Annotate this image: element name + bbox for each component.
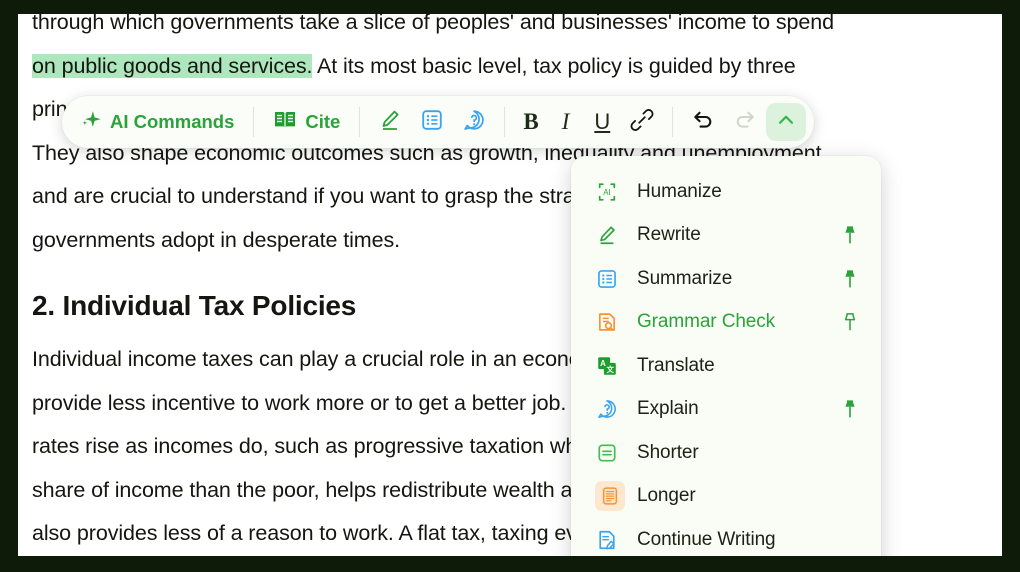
rewrite-pencil-icon [378,108,402,137]
ai-commands-dropdown[interactable]: AI Humanize Rewrite Summarize Grammar Ch… [571,156,881,556]
menu-item-label: Grammar Check [637,311,776,333]
svg-text:AI: AI [603,188,610,197]
ai-bracket-icon: AI [595,180,619,204]
redo-button[interactable] [724,103,766,141]
bold-button[interactable]: B [514,103,547,141]
chevron-up-icon [775,109,797,136]
menu-item-label: Humanize [637,180,722,202]
translate-icon: A 文 [595,354,619,378]
menu-item-label: Longer [637,485,696,507]
menu-item-label: Continue Writing [637,528,776,550]
italic-label: I [561,109,570,134]
undo-icon [691,108,715,137]
cite-book-icon [273,109,297,136]
screenshot-frame: through which governments take a slice o… [0,0,1020,572]
menu-item-longer[interactable]: Longer [571,475,881,519]
menu-item-grammar-check[interactable]: Grammar Check [571,301,881,345]
doc-line-1: through which governments take a slice o… [32,14,834,34]
underline-label: U [594,109,611,134]
menu-item-label: Rewrite [637,224,701,246]
continue-writing-icon [595,528,619,552]
menu-item-rewrite[interactable]: Rewrite [571,214,881,258]
svg-text:A: A [600,359,606,368]
redo-icon [733,108,757,137]
pin-icon-filled[interactable] [841,225,859,245]
menu-item-shorter[interactable]: Shorter [571,431,881,475]
bold-label: B [523,109,539,134]
summarize-list-icon [420,108,444,137]
menu-item-summarize[interactable]: Summarize [571,257,881,301]
rewrite-button[interactable] [369,103,411,141]
menu-item-humanize[interactable]: AI Humanize [571,170,881,214]
pin-icon-filled[interactable] [841,399,859,419]
cite-label: Cite [305,111,341,132]
pin-icon-filled[interactable] [841,269,859,289]
explain-button[interactable] [453,103,495,141]
grammar-check-icon [595,310,619,334]
shorter-icon [595,441,619,465]
cite-button[interactable]: Cite [263,103,350,141]
explain-question-icon [462,108,486,137]
list-icon [595,267,619,291]
ai-commands-button[interactable]: AI Commands [70,103,244,141]
menu-item-translate[interactable]: A 文 Translate [571,344,881,388]
italic-button[interactable]: I [548,103,584,141]
svg-text:文: 文 [605,365,614,374]
toolbar-divider-4 [672,107,674,137]
summarize-button[interactable] [411,103,453,141]
toolbar-divider-3 [504,107,506,137]
doc-line-2: on public goods and services. At its mos… [32,48,990,86]
pencil-icon [595,223,619,247]
floating-toolbar[interactable]: AI Commands Cite B I U [62,96,815,148]
menu-item-explain[interactable]: Explain [571,388,881,432]
document-page[interactable]: through which governments take a slice o… [18,14,1002,556]
collapse-toolbar-button[interactable] [766,103,807,141]
link-icon [630,108,654,137]
longer-icon [595,481,625,512]
ai-commands-label: AI Commands [110,111,235,132]
question-bubble-icon [595,397,619,421]
link-button[interactable] [621,103,663,141]
menu-item-label: Summarize [637,267,733,289]
highlighted-span: on public goods and services. [32,53,313,78]
menu-item-label: Shorter [637,441,699,463]
toolbar-divider-1 [253,107,255,137]
doc-line-2-rest: At its most basic level, tax policy is g… [312,53,796,78]
undo-button[interactable] [682,103,724,141]
toolbar-divider-2 [359,107,361,137]
ai-sparkle-icon [80,109,102,136]
pin-icon-outline[interactable] [841,312,859,332]
menu-item-continue-writing[interactable]: Continue Writing [571,518,881,556]
menu-item-label: Translate [637,354,715,376]
menu-item-label: Explain [637,398,699,420]
underline-button[interactable]: U [583,103,621,141]
